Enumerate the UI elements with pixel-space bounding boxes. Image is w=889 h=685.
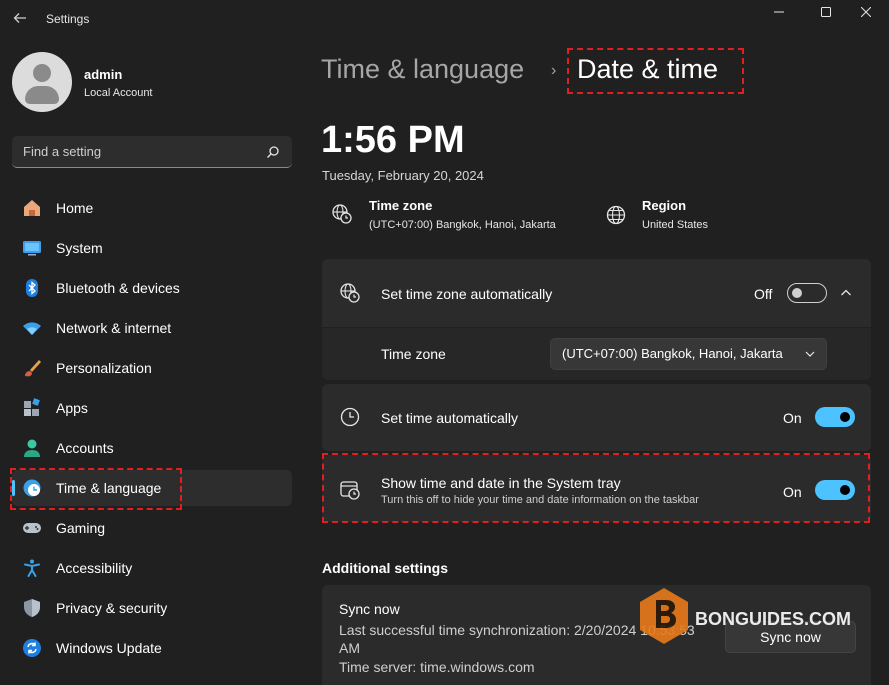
auto-time-card: Set time automatically On [322,384,871,451]
breadcrumb-separator: › [551,62,557,79]
breadcrumb-parent[interactable]: Time & language [321,54,524,85]
sidebar-item-label: System [56,240,103,256]
avatar-body [25,86,59,104]
sidebar-item-gaming[interactable]: Gaming [12,510,292,546]
sidebar-item-privacy[interactable]: Privacy & security [12,590,292,626]
sidebar-item-accounts[interactable]: Accounts [12,430,292,466]
region-globe-icon [606,205,626,225]
home-icon [22,198,42,218]
close-icon [861,7,871,17]
timezone-globe-icon [332,204,352,224]
clock-icon [340,407,360,427]
chevron-up-icon [841,289,851,296]
sidebar-item-network[interactable]: Network & internet [12,310,292,346]
app-title: Settings [46,12,90,26]
gaming-icon [22,518,42,538]
search-box[interactable]: Find a setting [12,136,292,168]
sidebar-item-home[interactable]: Home [12,190,292,226]
minimize-button[interactable] [756,0,802,24]
search-icon[interactable] [266,145,280,159]
sidebar-item-label: Home [56,200,94,216]
auto-timezone-label: Set time zone automatically [381,286,553,302]
auto-time-toggle[interactable] [815,407,855,427]
highlight-box-tray [322,453,870,523]
additional-settings-heading: Additional settings [322,560,448,576]
timezone-info-title: Time zone [369,198,433,213]
auto-timezone-state: Off [754,286,773,302]
sidebar-item-label: Privacy & security [56,600,168,616]
highlight-box-title [567,48,744,94]
timezone-auto-icon [340,283,360,303]
last-sync-text-continued: AM [339,640,360,656]
user-name: admin [84,67,123,82]
sidebar-item-label: Bluetooth & devices [56,280,180,296]
watermark-text: BONGUIDES.COM [695,609,852,629]
minimize-icon [774,11,784,13]
sidebar-item-system[interactable]: System [12,230,292,266]
watermark-logo-icon [640,588,688,644]
toggle-knob [792,288,802,298]
avatar-head [33,64,51,82]
back-arrow-icon [13,13,26,23]
bluetooth-icon [22,278,42,298]
highlight-box-nav [10,468,182,510]
accounts-icon [22,438,42,458]
sync-title: Sync now [339,601,400,617]
search-input[interactable]: Find a setting [23,144,101,159]
sidebar-item-label: Accessibility [56,560,133,576]
time-server-text: Time server: time.windows.com [339,659,535,675]
sidebar-item-apps[interactable]: Apps [12,390,292,426]
sidebar-item-windows-update[interactable]: Windows Update [12,630,292,666]
privacy-icon [22,598,42,618]
timezone-select-label: Time zone [381,346,446,362]
accessibility-icon [22,558,42,578]
maximize-icon [821,7,831,17]
sidebar-item-label: Accounts [56,440,114,456]
auto-timezone-toggle[interactable] [787,283,827,303]
auto-time-state: On [783,410,802,426]
collapse-button[interactable] [836,283,856,303]
timezone-dropdown[interactable]: (UTC+07:00) Bangkok, Hanoi, Jakarta [550,338,827,370]
personalization-icon [22,358,42,378]
sidebar-item-label: Windows Update [56,640,162,656]
toggle-knob [840,412,850,422]
sidebar-item-label: Gaming [56,520,106,536]
title-bar: Settings [0,0,889,40]
watermark: BONGUIDES.COM [636,586,851,646]
back-button[interactable] [8,6,32,30]
sidebar-item-label: Apps [56,400,88,416]
sidebar-item-personalization[interactable]: Personalization [12,350,292,386]
close-button[interactable] [843,0,889,24]
sidebar-nav: Home System Bluetooth & devices Network … [12,190,292,670]
sidebar-item-accessibility[interactable]: Accessibility [12,550,292,586]
sidebar-item-label: Network & internet [56,320,172,336]
auto-time-label: Set time automatically [381,410,518,426]
timezone-info-value: (UTC+07:00) Bangkok, Hanoi, Jakarta [369,219,556,231]
auto-timezone-card: Set time zone automatically Off [322,259,871,327]
current-date: Tuesday, February 20, 2024 [322,168,484,183]
network-icon [22,318,42,338]
sidebar-item-bluetooth[interactable]: Bluetooth & devices [12,270,292,306]
current-time: 1:56 PM [321,119,465,161]
region-info-title: Region [642,198,687,213]
chevron-down-icon [805,351,815,357]
apps-icon [22,398,42,418]
timezone-dropdown-value: (UTC+07:00) Bangkok, Hanoi, Jakarta [562,346,783,361]
system-icon [22,238,42,258]
account-type: Local Account [84,87,153,99]
region-info-value: United States [642,219,709,231]
sidebar-item-label: Personalization [56,360,152,376]
avatar[interactable] [12,52,72,112]
windows-update-icon [22,638,42,658]
